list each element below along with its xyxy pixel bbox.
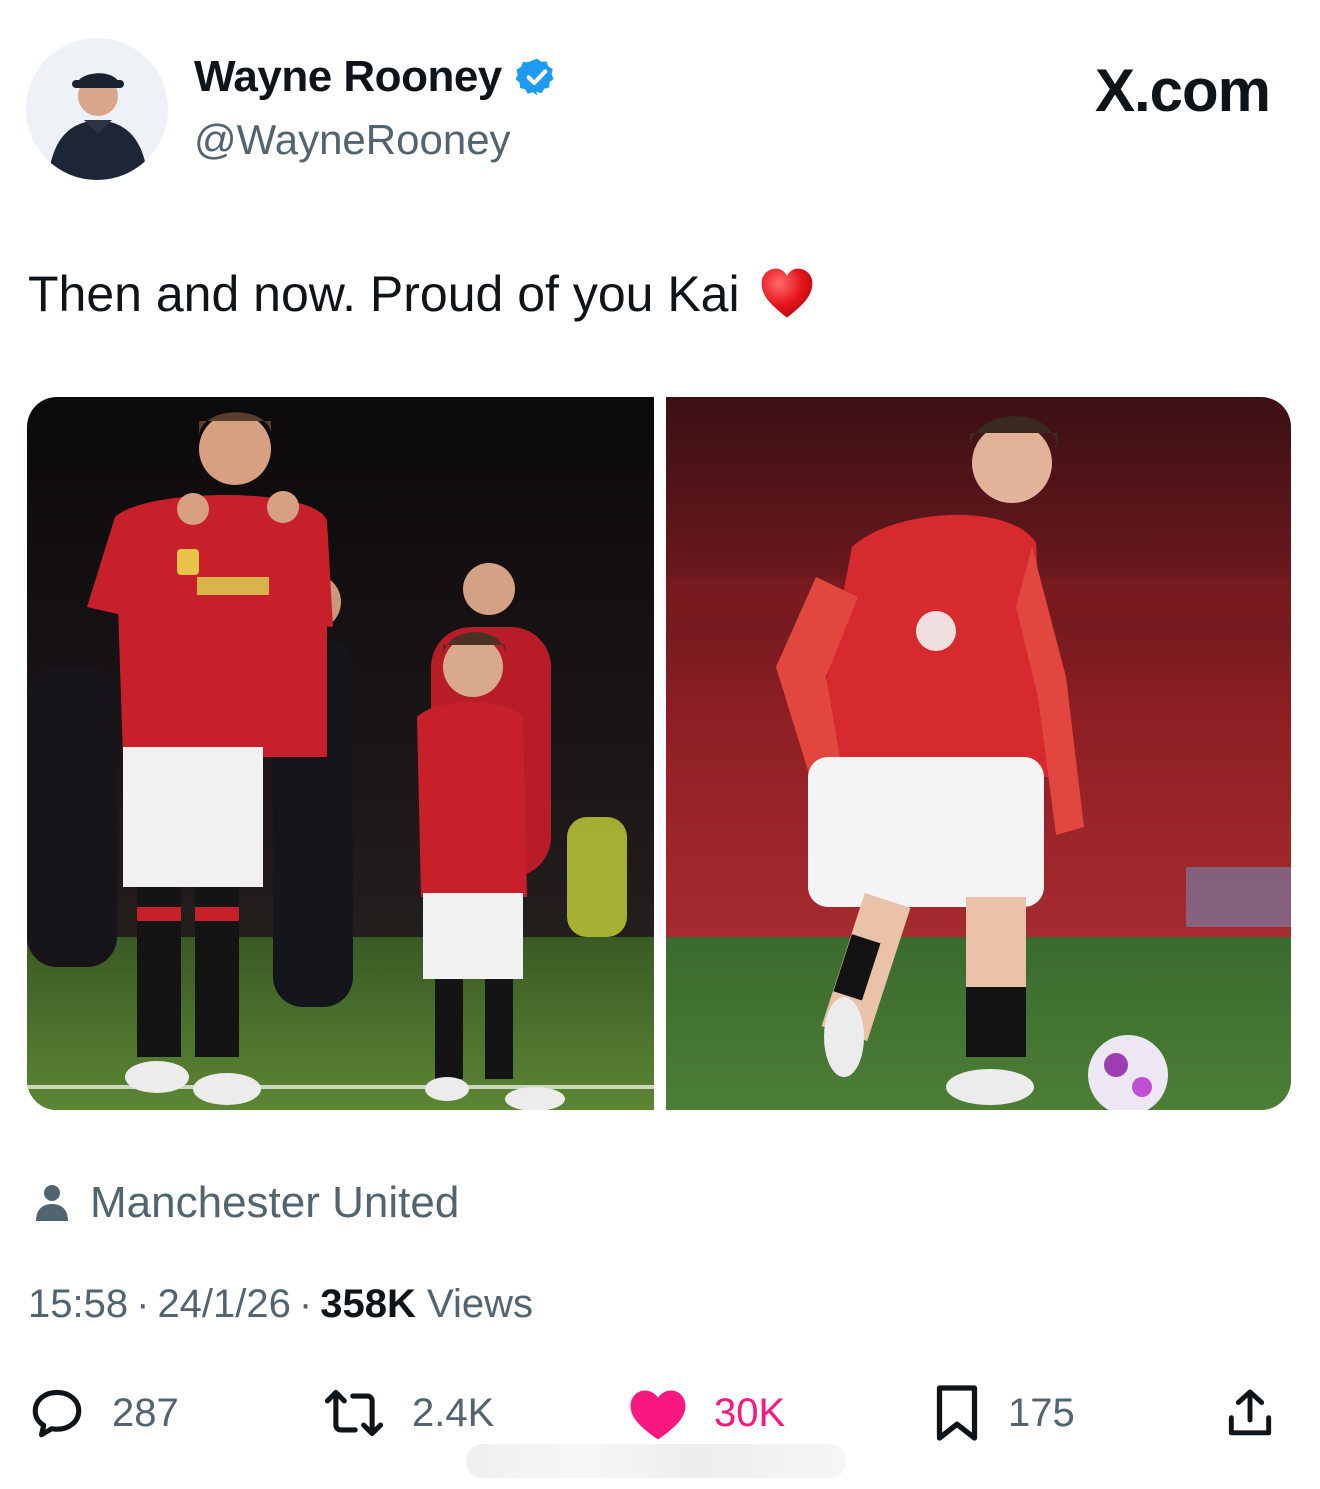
bookmark-button[interactable]: 175 [932,1378,1075,1448]
tweet-text: Then and now. Proud of you Kai [28,266,740,322]
action-bar: 287 2.4K 30K 175 [0,1378,1320,1448]
share-icon [1228,1389,1272,1436]
location-row[interactable]: Manchester United [36,1178,459,1228]
user-handle[interactable]: @WayneRooney [194,116,511,164]
tweet-body: Then and now. Proud of you Kai [28,262,816,326]
share-button[interactable] [1222,1378,1278,1448]
retweet-icon [324,1389,384,1437]
xcom-logo: X.com [1094,57,1271,124]
views-count[interactable]: 358K [320,1282,416,1326]
now-photo[interactable] [666,397,1291,1110]
reply-count: 287 [112,1390,179,1435]
verified-badge-icon [515,58,554,96]
retweet-button[interactable]: 2.4K [322,1378,494,1448]
heart-filled-icon [630,1390,686,1440]
retweet-count: 2.4K [412,1390,495,1435]
then-photo[interactable] [27,397,654,1110]
then-photo-image [27,397,654,1110]
person-icon [36,1185,68,1221]
watermark [466,1444,846,1478]
like-button[interactable]: 30K [628,1378,785,1448]
tweet-meta: 15:58 · 24/1/26 · 358K Views [28,1282,533,1327]
reply-button[interactable]: 287 [28,1378,179,1448]
tweet-date[interactable]: 24/1/26 [157,1282,290,1326]
media-grid[interactable] [27,397,1291,1110]
profile-avatar[interactable] [26,38,168,180]
avatar-image [26,38,168,180]
location-label: Manchester United [90,1178,460,1227]
tweet-time[interactable]: 15:58 [28,1282,128,1326]
bookmark-count: 175 [1008,1390,1075,1435]
name-row: Wayne Rooney [194,52,558,102]
red-heart-emoji-icon [761,268,812,318]
display-name[interactable]: Wayne Rooney [194,52,502,102]
like-count: 30K [714,1390,786,1435]
views-label: Views [426,1282,533,1326]
meta-separator: · [136,1282,150,1326]
reply-icon [32,1389,82,1438]
now-photo-image [666,397,1291,1110]
meta-separator: · [298,1282,313,1326]
bookmark-icon [936,1385,978,1441]
tweet-header: Wayne Rooney @WayneRooney X.com [26,38,1296,183]
